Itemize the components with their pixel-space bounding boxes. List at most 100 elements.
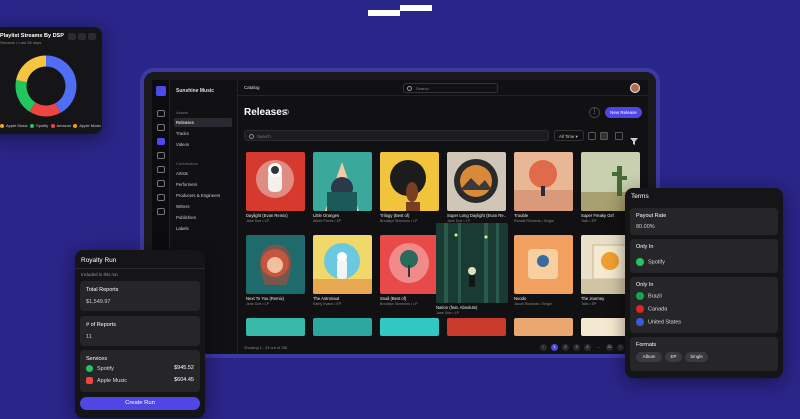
settings-icon[interactable] xyxy=(157,208,165,215)
pager-next[interactable]: › xyxy=(617,344,624,351)
pager-page[interactable]: 4 xyxy=(584,344,591,351)
sidebar-item-writers[interactable]: Writers xyxy=(174,202,232,211)
sidebar-item-performers[interactable]: Performers xyxy=(174,180,232,189)
playlist-streams-card: Playlist Streams By DSP Streams • Last 2… xyxy=(0,27,102,134)
list-view-icon[interactable] xyxy=(588,132,596,140)
release-cover xyxy=(380,152,439,211)
payout-rate-label: Payout Rate xyxy=(636,213,667,219)
region-row: Canada xyxy=(636,305,667,313)
sidebar-item-videos[interactable]: Videos xyxy=(174,140,232,149)
service-name: Spotify xyxy=(97,365,114,372)
royalties-icon[interactable] xyxy=(157,166,165,173)
release-cover xyxy=(436,223,508,303)
release-card[interactable]: The Astronaut Kathy Evans • EP xyxy=(313,235,372,306)
legend-dot xyxy=(30,123,35,128)
filter-icon[interactable] xyxy=(630,132,638,145)
legend-label: Amazon xyxy=(56,123,72,128)
release-card[interactable] xyxy=(380,318,439,336)
help-icon[interactable]: ? xyxy=(283,109,289,115)
legend-item: Amazon xyxy=(50,123,72,128)
included-label: Included in this run xyxy=(81,272,118,277)
sidebar-item-artists[interactable]: Artists xyxy=(174,169,232,178)
home-icon[interactable] xyxy=(157,110,165,117)
release-subtitle: Brooklyn Simmons • LP xyxy=(380,302,418,306)
more-options-button[interactable]: ⋮ xyxy=(589,107,600,118)
sidebar-item-releases[interactable]: Releases xyxy=(174,118,232,127)
pager-ellipsis: ... xyxy=(597,345,600,349)
us-flag-icon xyxy=(636,318,644,326)
global-search-input[interactable]: Search xyxy=(403,83,498,93)
release-card[interactable]: Little Oranges Albert Flores • EP xyxy=(313,152,372,223)
format-chip: EP xyxy=(665,352,682,362)
brand-logo-bar-left xyxy=(368,10,400,16)
release-search-placeholder: Search xyxy=(257,134,271,139)
release-card[interactable]: Daylight (Evan Remix) Jane Doe • LP xyxy=(246,152,305,223)
release-title: The Astronaut xyxy=(313,296,340,301)
region-row: United States xyxy=(636,318,681,326)
release-subtitle: Jane Doe • LP xyxy=(246,302,270,306)
release-card[interactable]: Next To You (Remix) Jane Doe • LP xyxy=(246,235,305,306)
contracts-icon[interactable] xyxy=(157,194,165,201)
royalty-run-card: Royalty Run Included in this run Total R… xyxy=(75,250,205,418)
page-title: Releases xyxy=(244,107,288,118)
pager-page[interactable]: 1 xyxy=(551,344,558,351)
org-name[interactable]: Sunshine Music xyxy=(176,88,214,94)
pie-chart-icon[interactable] xyxy=(88,33,96,40)
legend-item: Apple Music xyxy=(73,123,101,128)
pagination-summary: Showing 1 - 24 out of 768 xyxy=(244,346,288,350)
release-card[interactable] xyxy=(313,318,372,336)
search-icon xyxy=(249,134,254,139)
release-card[interactable]: Super Long Daylight (Evan Re... Jane Doe… xyxy=(447,152,506,223)
sidebar-item-producers[interactable]: Producers & Engineers xyxy=(174,191,232,200)
release-title: Super Long Daylight (Evan Re... xyxy=(447,213,506,218)
release-subtitle: Kathy Evans • EP xyxy=(313,302,342,306)
release-subtitle: Jane Doe • LP xyxy=(246,219,270,223)
chart-type-icon[interactable] xyxy=(68,33,76,40)
pager-page[interactable]: 3 xyxy=(573,344,580,351)
playlist-card-title: Playlist Streams By DSP xyxy=(0,33,64,39)
release-card[interactable] xyxy=(246,318,305,336)
release-subtitle: Jacob Richards • Single xyxy=(514,302,553,306)
release-subtitle: Ronald Richards • Single xyxy=(514,219,554,223)
total-reports-value: $1,549.97 xyxy=(86,299,111,305)
service-row-spotify: Spotify xyxy=(86,365,114,372)
reports-icon[interactable] xyxy=(157,180,165,187)
sidebar-item-publishers[interactable]: Publishers xyxy=(174,213,232,222)
time-filter-select[interactable]: All Time ▾ xyxy=(554,130,584,141)
payout-rate-box: Payout Rate 80.00% xyxy=(630,208,778,235)
release-cover xyxy=(380,235,439,294)
release-card[interactable] xyxy=(447,318,506,336)
release-card-highlighted[interactable]: Nation (feat. Absolute) Jane Doe • LP xyxy=(436,223,508,315)
calendar-icon[interactable] xyxy=(615,132,623,140)
avatar[interactable] xyxy=(630,83,640,93)
release-card[interactable]: Trouble Ronald Richards • Single xyxy=(514,152,573,223)
app-logo-icon[interactable] xyxy=(156,86,166,96)
analytics-icon[interactable] xyxy=(157,152,165,159)
legend-dot xyxy=(0,123,4,128)
pager-page[interactable]: 32 xyxy=(606,344,613,351)
create-run-button[interactable]: Create Run xyxy=(80,397,200,410)
breadcrumb[interactable]: Catalog xyxy=(244,85,260,90)
release-search-input[interactable]: Search xyxy=(244,130,549,141)
legend-label: Apple Music xyxy=(6,123,28,128)
grid-view-icon[interactable] xyxy=(600,132,608,140)
pager-prev[interactable]: ‹ xyxy=(540,344,547,351)
only-in-label: Only In xyxy=(636,282,654,288)
sidebar-item-tracks[interactable]: Tracks xyxy=(174,129,232,138)
spotify-icon xyxy=(86,365,93,372)
release-card[interactable]: Noodo Jacob Richards • Single xyxy=(514,235,573,306)
release-card[interactable] xyxy=(514,318,573,336)
only-in-label: Only In xyxy=(636,244,654,250)
only-in-region-box: Only In Brazil Canada United States xyxy=(630,277,778,333)
release-card[interactable]: Trilogy (Best of) Brooklyn Simmons • LP xyxy=(380,152,439,223)
formats-label: Formats xyxy=(636,342,657,348)
new-release-button[interactable]: New Release xyxy=(605,107,642,118)
sidebar-item-labels[interactable]: Labels xyxy=(174,224,232,233)
service-amount: $604.45 xyxy=(174,377,194,383)
release-card[interactable]: Snail (Best of) Brooklyn Simmons • LP xyxy=(380,235,439,306)
num-reports-value: 11 xyxy=(86,334,92,340)
bar-chart-icon[interactable] xyxy=(78,33,86,40)
catalog-icon[interactable] xyxy=(157,124,165,131)
pager-page[interactable]: 2 xyxy=(562,344,569,351)
releases-icon[interactable] xyxy=(157,138,165,145)
